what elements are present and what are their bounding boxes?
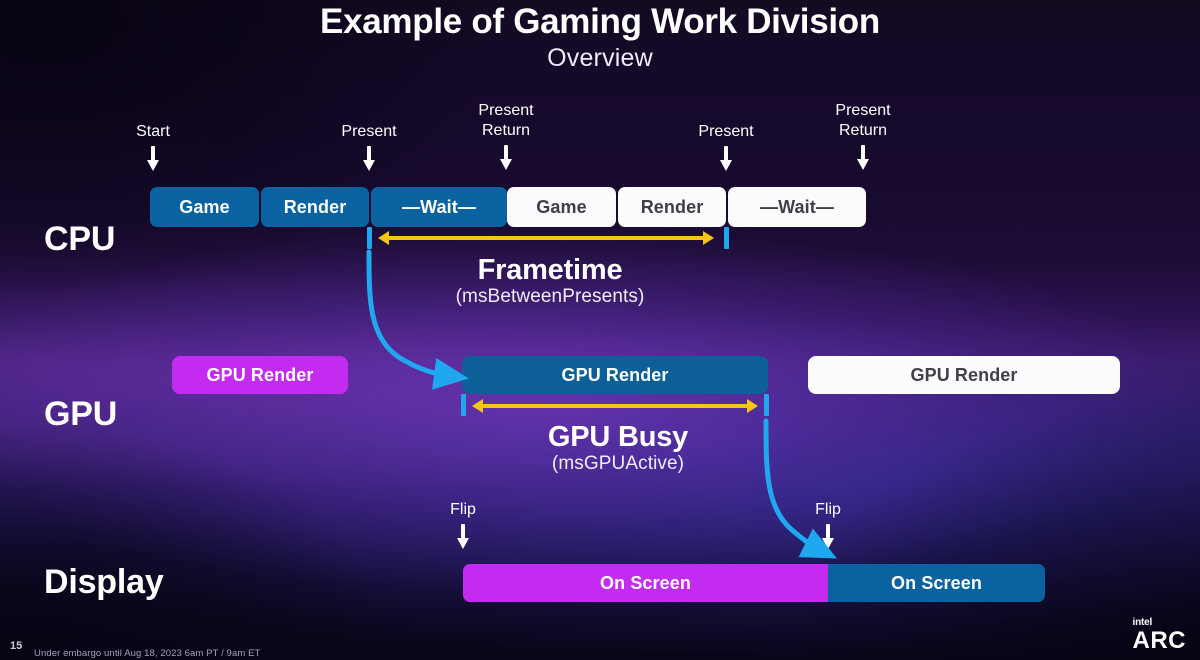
embargo-notice: Under embargo until Aug 18, 2023 6am PT …	[34, 648, 261, 659]
marker-present-1-label: Present	[341, 123, 397, 140]
down-arrow-icon	[455, 524, 471, 550]
down-arrow-icon	[820, 524, 836, 550]
gpu-busy-measure-arrow	[472, 399, 758, 413]
display-bar-onscreen-2-label: On Screen	[891, 572, 982, 593]
cpu-present-tick-1	[367, 227, 372, 249]
gpu-busy-title: GPU Busy	[547, 421, 689, 453]
marker-start-label: Start	[136, 123, 170, 140]
row-label-gpu: GPU	[44, 395, 118, 433]
cpu-bar-render-1[interactable]: Render	[261, 187, 369, 227]
row-label-cpu: CPU	[44, 220, 116, 258]
down-arrow-icon	[361, 146, 377, 172]
gpu-bar-render-next-label: GPU Render	[910, 364, 1018, 385]
marker-flip-2: Flip	[778, 500, 878, 550]
slide-subtitle: Overview	[547, 44, 653, 72]
row-label-display: Display	[44, 563, 164, 601]
marker-flip-2-label: Flip	[815, 501, 841, 518]
display-bar-onscreen-1-label: On Screen	[600, 572, 691, 593]
gpu-bar-render-current-label: GPU Render	[561, 364, 669, 385]
cpu-bar-render-2-label: Render	[640, 196, 704, 217]
gpu-bar-render-prev[interactable]: GPU Render	[172, 356, 348, 394]
down-arrow-icon	[145, 146, 161, 172]
display-bar-onscreen-1[interactable]: On Screen	[463, 564, 828, 602]
slide-canvas: Example of Gaming Work Division Overview…	[0, 0, 1200, 660]
marker-present-return-2: Present Return	[813, 101, 913, 171]
connector-curves	[366, 249, 837, 559]
marker-present-2-label: Present	[698, 123, 754, 140]
cpu-bar-wait-1-label: —Wait—	[402, 196, 476, 217]
gpu-busy-caption: GPU Busy (msGPUActive)	[455, 421, 781, 475]
marker-present-return-1-label: Present Return	[478, 102, 534, 139]
down-arrow-icon	[718, 146, 734, 172]
arrow-right-head-icon	[703, 231, 714, 245]
gpu-bar-render-prev-label: GPU Render	[206, 364, 314, 385]
gpu-bar-render-next[interactable]: GPU Render	[808, 356, 1120, 394]
frametime-title: Frametime	[477, 254, 623, 286]
frametime-measure-arrow	[378, 231, 714, 245]
cpu-bar-wait-1[interactable]: —Wait—	[371, 187, 507, 227]
gpu-busy-metric: (msGPUActive)	[551, 453, 685, 474]
background-vignette	[0, 0, 1200, 660]
marker-present-return-2-label: Present Return	[835, 102, 891, 139]
marker-flip-1-label: Flip	[450, 501, 476, 518]
cpu-bar-game-1[interactable]: Game	[150, 187, 259, 227]
intel-arc-logo: intel ARC	[1133, 618, 1187, 653]
cpu-bar-game-2-label: Game	[536, 196, 587, 217]
marker-present-1: Present	[319, 122, 419, 172]
marker-start: Start	[103, 122, 203, 172]
page-number: 15	[10, 640, 23, 652]
cpu-bar-wait-2-label: —Wait—	[760, 196, 834, 217]
cpu-bar-wait-2[interactable]: —Wait—	[728, 187, 866, 227]
marker-present-return-1: Present Return	[456, 101, 556, 171]
gpu-busy-tick-end	[764, 394, 769, 416]
cpu-bar-game-1-label: Game	[179, 196, 230, 217]
down-arrow-icon	[855, 145, 871, 171]
arc-wordmark: ARC	[1132, 627, 1186, 654]
gpu-busy-tick-start	[461, 394, 466, 416]
slide-title: Example of Gaming Work Division	[320, 2, 880, 41]
gpu-bar-render-current[interactable]: GPU Render	[462, 356, 768, 394]
cpu-present-tick-2	[724, 227, 729, 249]
cpu-bar-render-2[interactable]: Render	[618, 187, 726, 227]
cpu-bar-render-1-label: Render	[283, 196, 347, 217]
cpu-bar-game-2[interactable]: Game	[507, 187, 616, 227]
arrow-right-head-icon	[747, 399, 758, 413]
frametime-metric: (msBetweenPresents)	[455, 286, 645, 307]
frametime-caption: Frametime (msBetweenPresents)	[370, 254, 730, 308]
marker-flip-1: Flip	[413, 500, 513, 550]
down-arrow-icon	[498, 145, 514, 171]
display-bar-onscreen-2[interactable]: On Screen	[828, 564, 1045, 602]
marker-present-2: Present	[676, 122, 776, 172]
